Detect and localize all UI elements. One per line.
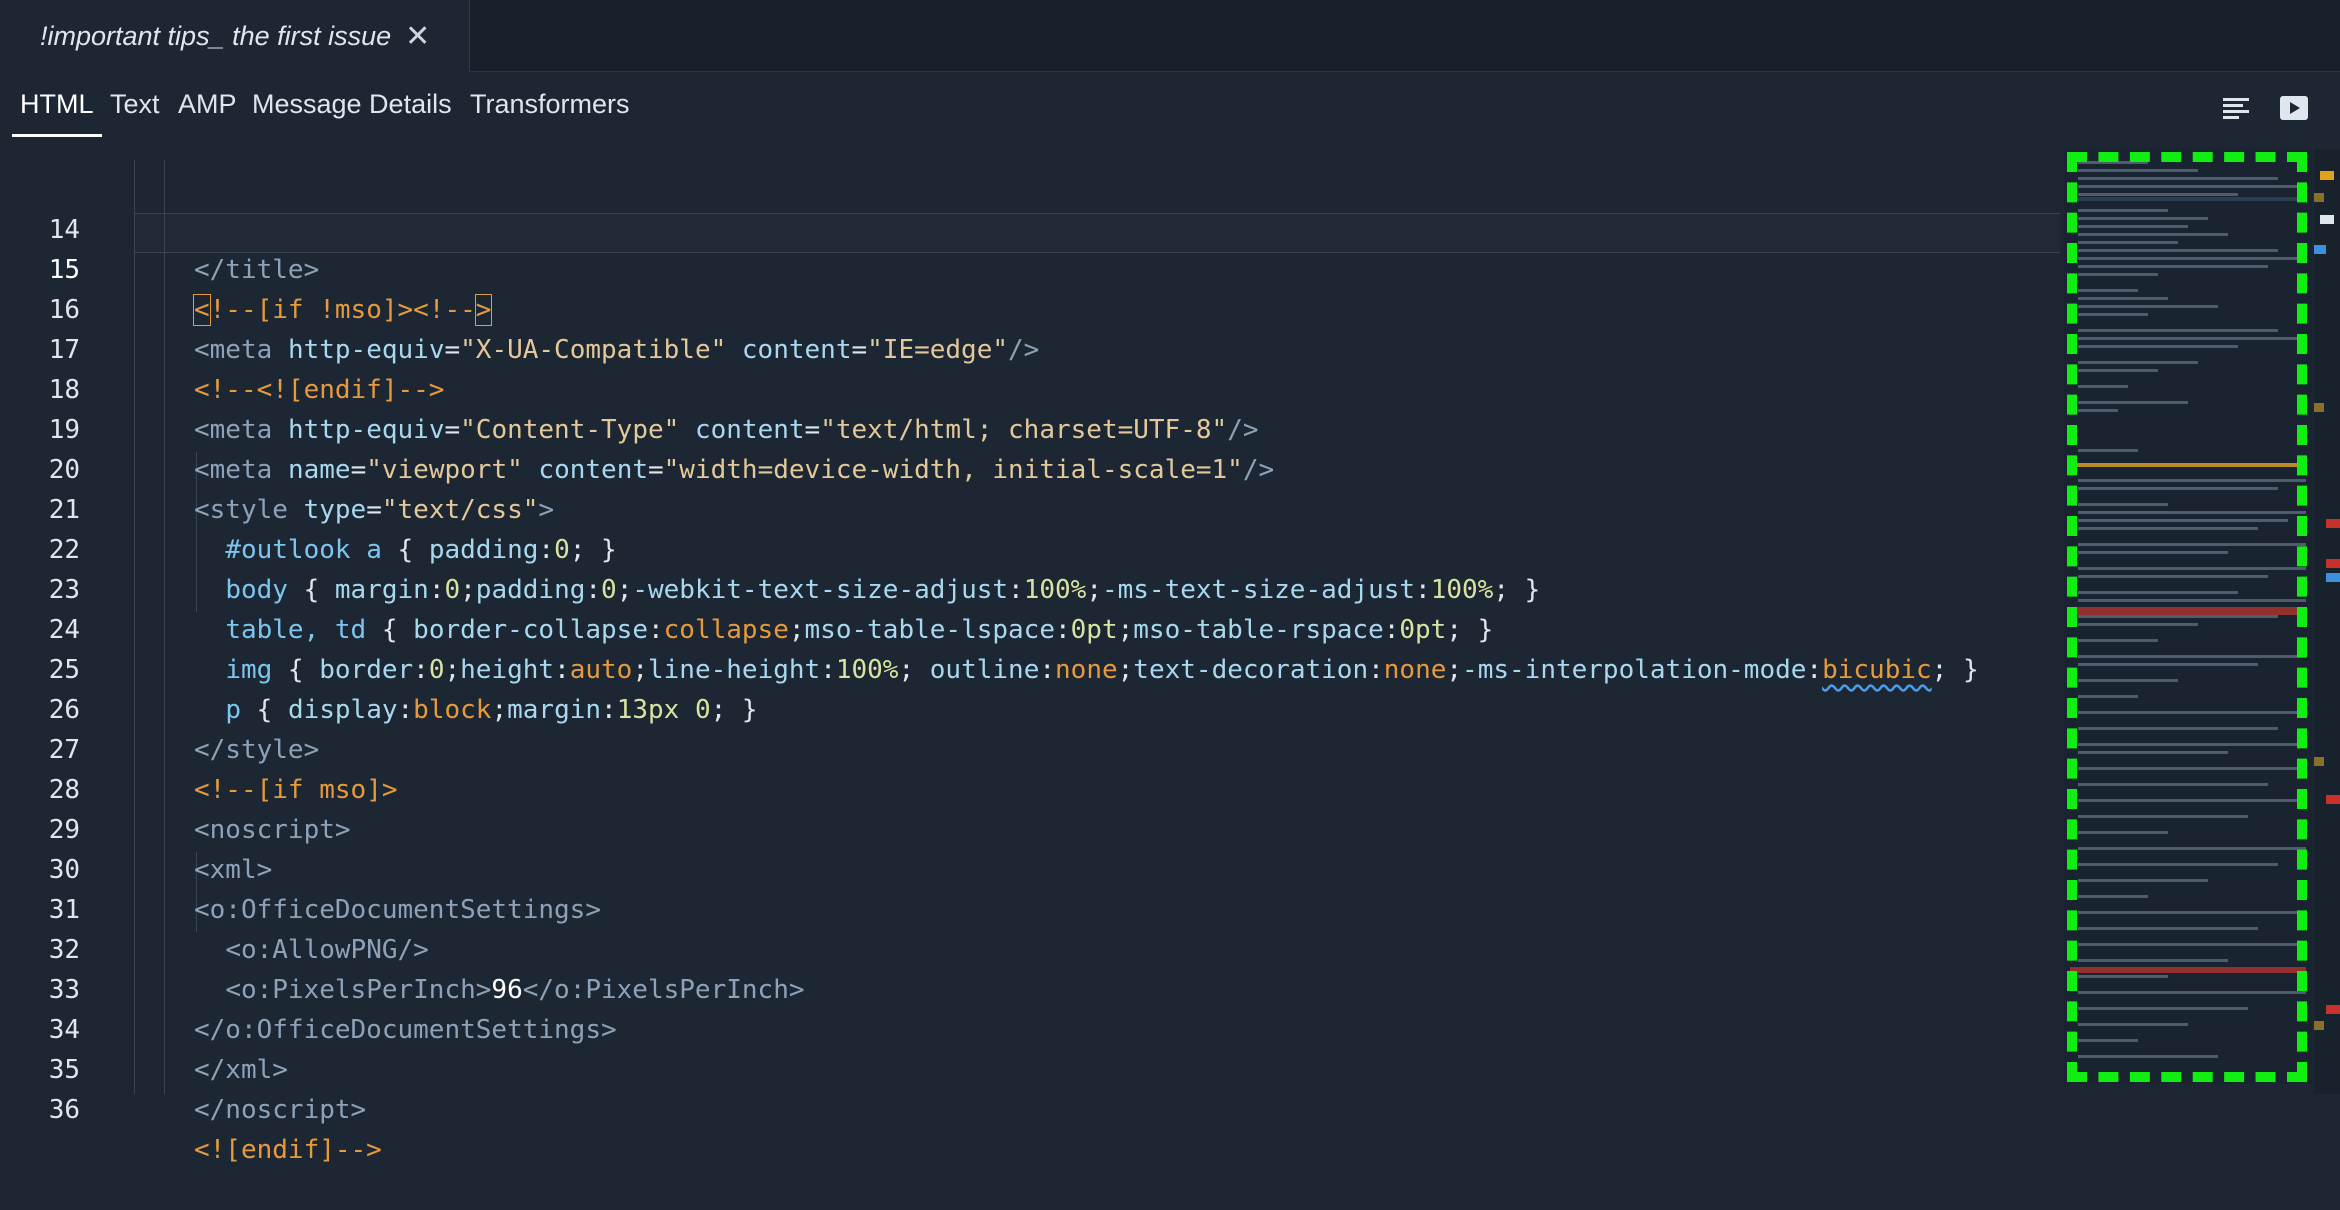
code-editor[interactable]: 14 </title> 15 <!--[if !mso]><!--> 16 <m… xyxy=(0,160,2340,1165)
scrollbar-marker xyxy=(2314,757,2324,766)
tab-transformers[interactable]: Transformers xyxy=(470,73,630,135)
code-line: 28 <noscript> xyxy=(0,730,2060,845)
line-number: 36 xyxy=(48,1095,80,1125)
scrollbar-marker xyxy=(2314,245,2326,254)
code-line: 31 <o:AllowPNG/> xyxy=(0,850,2060,965)
vertical-scrollbar[interactable] xyxy=(2314,149,2340,1094)
scrollbar-marker xyxy=(2326,1005,2340,1014)
scrollbar-marker xyxy=(2320,171,2334,180)
code-line: 25 p { display:block;margin:13px 0; } xyxy=(0,610,2060,725)
tab-amp[interactable]: AMP xyxy=(178,73,237,135)
scrollbar-marker xyxy=(2326,519,2340,528)
code-line: 34 </xml> xyxy=(0,970,2060,1085)
scrollbar-marker xyxy=(2320,215,2334,224)
scrollbar-marker xyxy=(2314,1021,2324,1030)
file-tab-bar: !important tips_ the first issue ✕ xyxy=(0,0,2340,73)
code-line: 29 <xml> xyxy=(0,770,2060,885)
scrollbar-marker xyxy=(2314,193,2324,202)
code-line: 27 <!--[if mso]> xyxy=(0,690,2060,805)
scrollbar-marker xyxy=(2326,573,2340,582)
tab-html[interactable]: HTML xyxy=(20,73,94,135)
code-line: 24 img { border:0;height:auto;line-heigh… xyxy=(0,570,2060,685)
code-line: 30 <o:OfficeDocumentSettings> xyxy=(0,810,2060,925)
text-wrap-icon[interactable] xyxy=(2220,93,2252,123)
code-line: 22 body { margin:0;padding:0;-webkit-tex… xyxy=(0,490,2060,605)
file-tab-title: !important tips_ the first issue xyxy=(40,21,392,51)
file-tab[interactable]: !important tips_ the first issue ✕ xyxy=(0,0,470,73)
code-line: 16 <meta http-equiv="X-UA-Compatible" co… xyxy=(0,250,2060,365)
play-preview-icon[interactable] xyxy=(2278,93,2310,123)
code-line: 33 </o:OfficeDocumentSettings> xyxy=(0,930,2060,1045)
code-line: 19 <meta name="viewport" content="width=… xyxy=(0,370,2060,485)
code-line: 36 <![endif]--> xyxy=(0,1050,2060,1165)
code-line: 18 <meta http-equiv="Content-Type" conte… xyxy=(0,330,2060,445)
view-tabs: HTML Text AMP Message Details Transforme… xyxy=(0,73,2340,139)
scrollbar-marker xyxy=(2314,403,2324,412)
code-line: 15 <!--[if !mso]><!--> xyxy=(0,210,2060,326)
active-tab-indicator xyxy=(12,134,102,137)
code-line: 26 </style> xyxy=(0,650,2060,765)
code-line: 32 <o:PixelsPerInch>96</o:PixelsPerInch> xyxy=(0,890,2060,1005)
code-line: 20 <style type="text/css"> xyxy=(0,410,2060,525)
scrollbar-marker xyxy=(2326,795,2340,804)
code-line: 17 <!--<![endif]--> xyxy=(0,290,2060,405)
tab-text[interactable]: Text xyxy=(110,73,160,135)
minimap-viewport-highlight xyxy=(2067,152,2307,1082)
code-line: 21 #outlook a { padding:0; } xyxy=(0,450,2060,565)
scrollbar-marker xyxy=(2326,559,2340,568)
code-line: 35 </noscript> xyxy=(0,1010,2060,1125)
code-line: 23 table, td { border-collapse:collapse;… xyxy=(0,530,2060,645)
close-icon[interactable]: ✕ xyxy=(405,21,430,52)
tab-message-details[interactable]: Message Details xyxy=(252,73,452,135)
code-line: 14 </title> xyxy=(0,170,2060,285)
